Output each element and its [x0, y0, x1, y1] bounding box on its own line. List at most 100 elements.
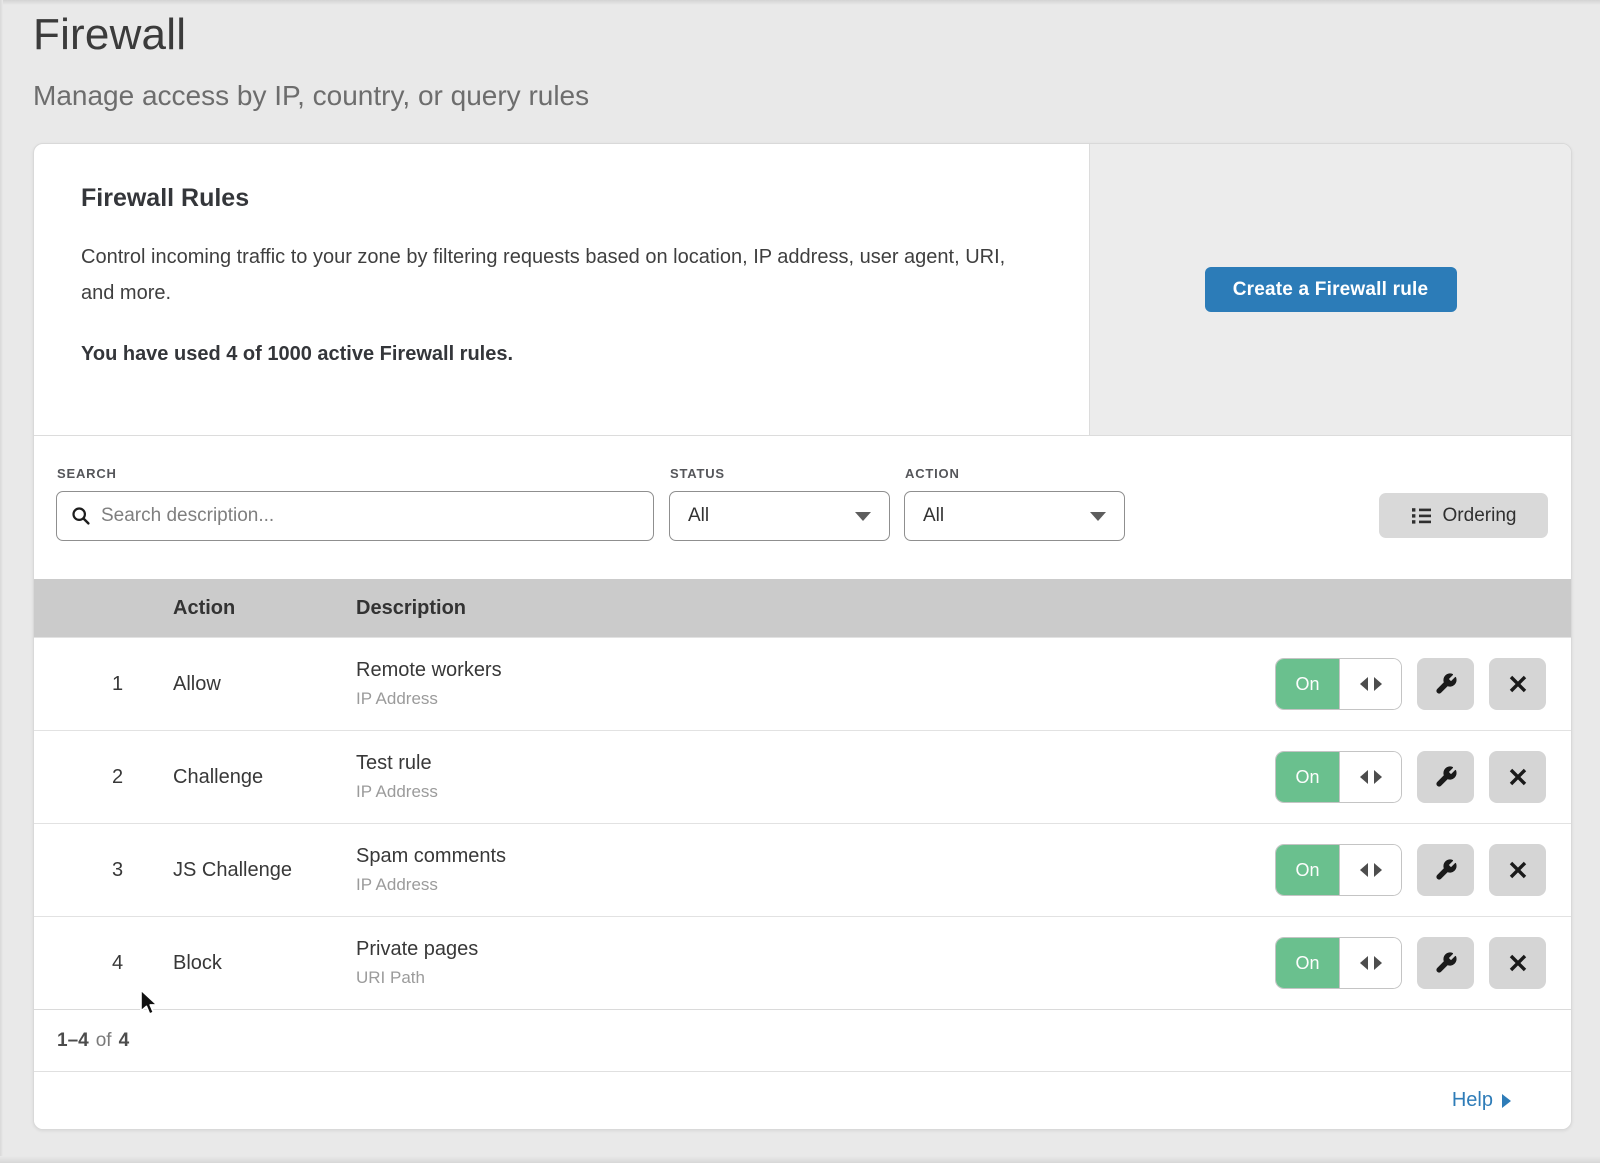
rule-description: Test rule [356, 752, 1275, 775]
help-link-label: Help [1452, 1089, 1493, 1112]
rule-enabled-toggle[interactable]: On [1275, 751, 1402, 803]
action-label: ACTION [905, 466, 960, 481]
table-header: Action Description [34, 579, 1571, 637]
page-title: Firewall [33, 10, 589, 60]
help-link[interactable]: Help [1452, 1089, 1511, 1112]
toggle-on-segment[interactable]: On [1276, 845, 1339, 895]
edit-rule-button[interactable] [1417, 751, 1474, 803]
close-icon [1507, 673, 1529, 695]
arrow-left-icon [1360, 677, 1368, 691]
rules-usage-text: You have used 4 of 1000 active Firewall … [81, 343, 1029, 366]
toggle-off-segment[interactable] [1339, 845, 1401, 895]
toggle-off-segment[interactable] [1339, 659, 1401, 709]
rule-action: Block [173, 952, 356, 975]
page-header: Firewall Manage access by IP, country, o… [33, 10, 589, 112]
rule-match-type: IP Address [356, 689, 1275, 709]
wrench-icon [1434, 951, 1458, 975]
create-rule-panel: Create a Firewall rule [1089, 144, 1571, 435]
arrow-right-icon [1502, 1094, 1511, 1108]
rule-match-type: IP Address [356, 782, 1275, 802]
search-label: SEARCH [57, 466, 117, 481]
rule-description: Spam comments [356, 845, 1275, 868]
rule-description: Private pages [356, 938, 1275, 961]
wrench-icon [1434, 672, 1458, 696]
rule-description: Remote workers [356, 659, 1275, 682]
rule-match-type: IP Address [356, 875, 1275, 895]
toggle-off-segment[interactable] [1339, 938, 1401, 988]
edit-rule-button[interactable] [1417, 658, 1474, 710]
ordered-list-icon [1411, 505, 1432, 526]
status-label: STATUS [670, 466, 725, 481]
action-column-header: Action [173, 597, 356, 620]
rule-enabled-toggle[interactable]: On [1275, 937, 1402, 989]
action-select-value: All [923, 505, 944, 527]
table-row: 2 Challenge Test rule IP Address On [34, 730, 1571, 823]
pagination-of: of [96, 1030, 112, 1052]
rule-action: Allow [173, 673, 356, 696]
toggle-on-segment[interactable]: On [1276, 938, 1339, 988]
page-subtitle: Manage access by IP, country, or query r… [33, 80, 589, 112]
description-column-header: Description [356, 597, 1571, 620]
arrow-left-icon [1360, 956, 1368, 970]
card-footer: Help [34, 1071, 1571, 1129]
status-select[interactable]: All [669, 491, 890, 541]
toggle-off-segment[interactable] [1339, 752, 1401, 802]
rules-summary-block: Firewall Rules Control incoming traffic … [34, 144, 1571, 436]
rule-controls: On [1275, 751, 1571, 803]
arrow-left-icon [1360, 770, 1368, 784]
page-top-edge [0, 0, 1600, 5]
chevron-down-icon [855, 512, 871, 521]
card-description: Control incoming traffic to your zone by… [81, 239, 1029, 311]
toggle-on-segment[interactable]: On [1276, 659, 1339, 709]
rule-controls: On [1275, 937, 1571, 989]
action-select[interactable]: All [904, 491, 1125, 541]
toggle-on-segment[interactable]: On [1276, 752, 1339, 802]
rule-controls: On [1275, 658, 1571, 710]
close-icon [1507, 952, 1529, 974]
ordering-button[interactable]: Ordering [1379, 493, 1548, 538]
rule-match-type: URI Path [356, 968, 1275, 988]
page-left-edge [0, 0, 3, 1163]
rule-enabled-toggle[interactable]: On [1275, 658, 1402, 710]
page-bottom-edge [0, 1156, 1600, 1163]
rule-enabled-toggle[interactable]: On [1275, 844, 1402, 896]
close-icon [1507, 859, 1529, 881]
card-heading: Firewall Rules [81, 184, 1029, 213]
ordering-button-label: Ordering [1443, 505, 1517, 527]
rules-summary-text: Firewall Rules Control incoming traffic … [34, 144, 1089, 435]
rule-controls: On [1275, 844, 1571, 896]
delete-rule-button[interactable] [1489, 658, 1546, 710]
arrow-right-icon [1374, 677, 1382, 691]
arrow-right-icon [1374, 863, 1382, 877]
rule-priority: 1 [112, 673, 123, 695]
arrow-right-icon [1374, 770, 1382, 784]
filters-bar: SEARCH STATUS ACTION All All [34, 436, 1571, 579]
arrow-right-icon [1374, 956, 1382, 970]
pagination-total: 4 [119, 1030, 130, 1052]
rule-priority: 3 [112, 859, 123, 881]
wrench-icon [1434, 765, 1458, 789]
wrench-icon [1434, 858, 1458, 882]
search-box[interactable] [56, 491, 654, 541]
status-select-value: All [688, 505, 709, 527]
rule-priority: 4 [112, 952, 123, 974]
search-input[interactable] [101, 505, 639, 527]
search-icon [71, 506, 91, 526]
create-firewall-rule-button[interactable]: Create a Firewall rule [1205, 267, 1457, 312]
chevron-down-icon [1090, 512, 1106, 521]
edit-rule-button[interactable] [1417, 937, 1474, 989]
close-icon [1507, 766, 1529, 788]
table-row: 3 JS Challenge Spam comments IP Address … [34, 823, 1571, 916]
arrow-left-icon [1360, 863, 1368, 877]
delete-rule-button[interactable] [1489, 937, 1546, 989]
pagination-range: 1–4 [57, 1030, 89, 1052]
delete-rule-button[interactable] [1489, 844, 1546, 896]
rule-priority: 2 [112, 766, 123, 788]
rule-action: Challenge [173, 766, 356, 789]
pagination-bar: 1–4 of 4 [34, 1009, 1571, 1071]
table-row: 1 Allow Remote workers IP Address On [34, 637, 1571, 730]
firewall-rules-card: Firewall Rules Control incoming traffic … [33, 143, 1572, 1130]
edit-rule-button[interactable] [1417, 844, 1474, 896]
table-row: 4 Block Private pages URI Path On [34, 916, 1571, 1009]
delete-rule-button[interactable] [1489, 751, 1546, 803]
